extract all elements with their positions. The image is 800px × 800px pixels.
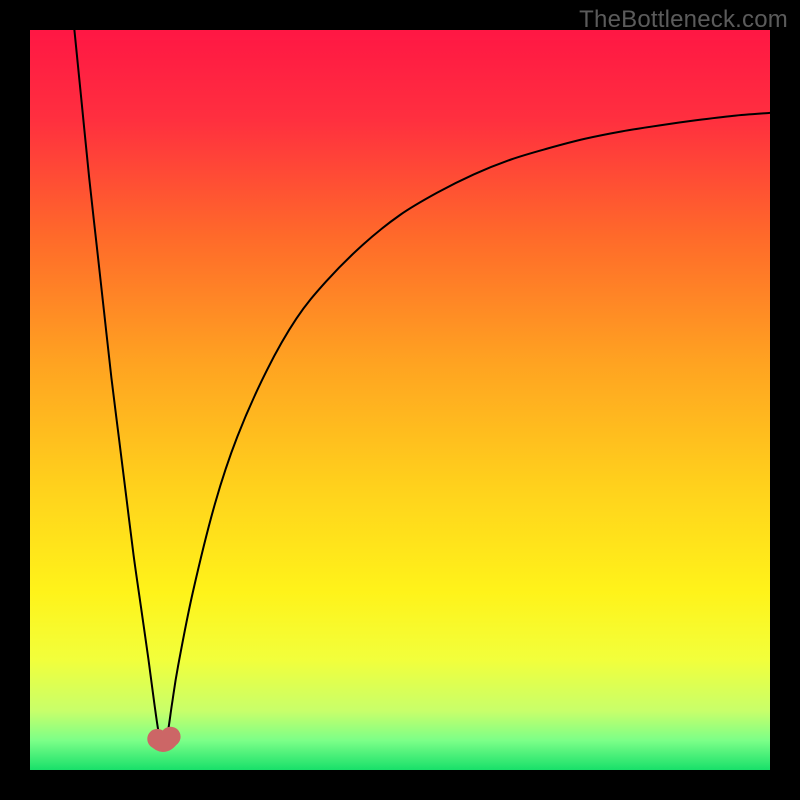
chart-svg — [30, 30, 770, 770]
gradient-background — [30, 30, 770, 770]
watermark-text: TheBottleneck.com — [579, 6, 788, 34]
chart-frame: TheBottleneck.com — [0, 0, 800, 800]
plot-area — [30, 30, 770, 770]
